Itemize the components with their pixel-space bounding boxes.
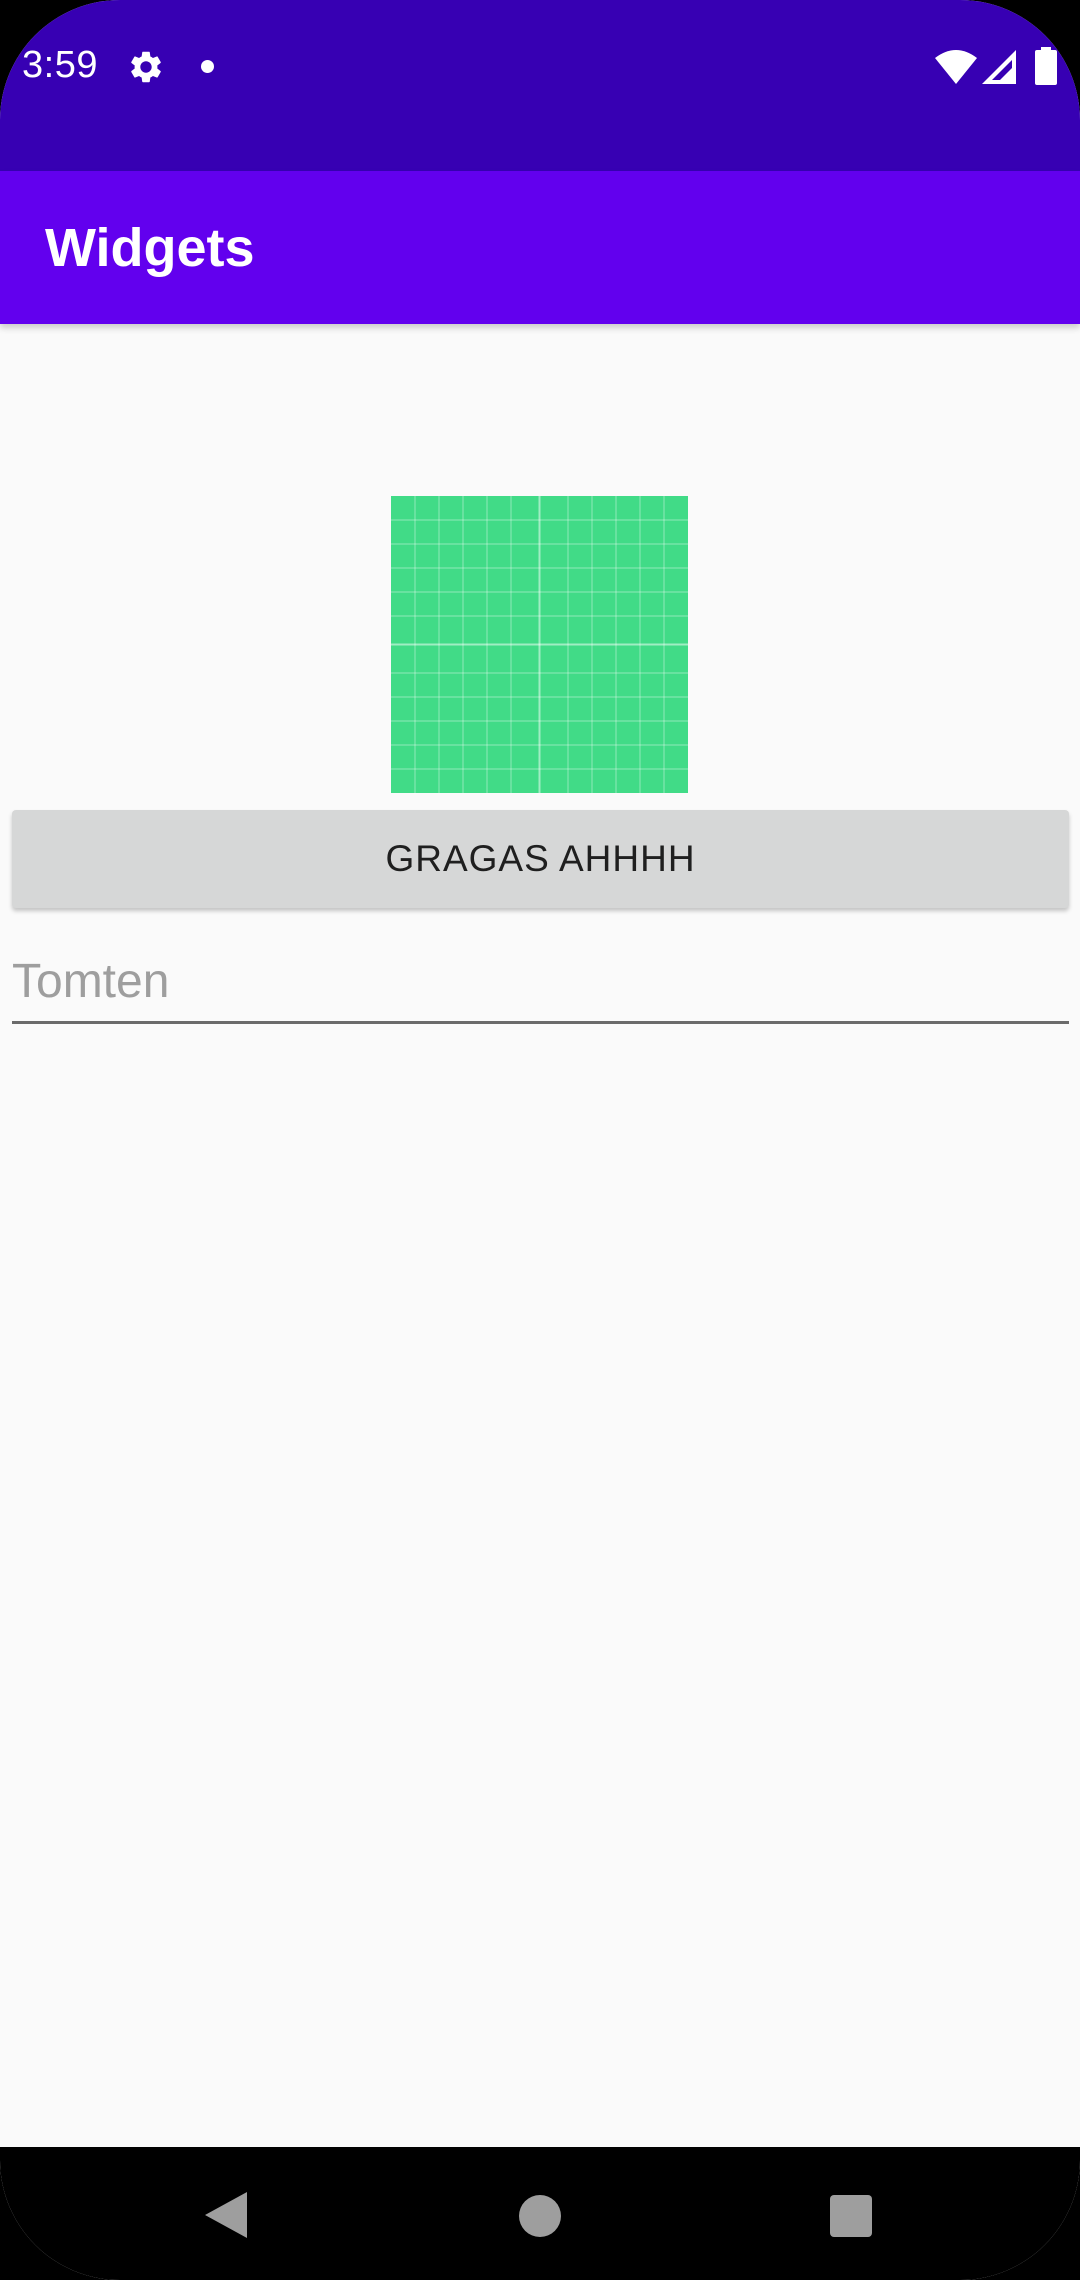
signal-icon	[982, 50, 1016, 84]
phone-screen: 3:59 Widgets GRAGAS AHHHH Tomten	[0, 0, 1080, 2280]
gragas-button[interactable]: GRAGAS AHHHH	[12, 810, 1069, 908]
app-bar: Widgets	[0, 171, 1080, 324]
status-time: 3:59	[22, 44, 98, 86]
home-icon[interactable]	[519, 2195, 561, 2237]
battery-icon	[1035, 47, 1057, 85]
grid-image-graphic	[391, 496, 688, 793]
notification-dot-icon	[201, 60, 214, 73]
tomten-input[interactable]	[12, 942, 1069, 1024]
wifi-icon	[935, 50, 977, 84]
back-icon[interactable]	[205, 2192, 247, 2238]
status-bar: 3:59	[0, 0, 1080, 171]
green-grid-image	[391, 496, 688, 793]
recents-icon[interactable]	[830, 2195, 872, 2237]
navigation-bar	[0, 2147, 1080, 2280]
gear-icon	[131, 51, 161, 83]
app-title: Widgets	[45, 218, 255, 278]
